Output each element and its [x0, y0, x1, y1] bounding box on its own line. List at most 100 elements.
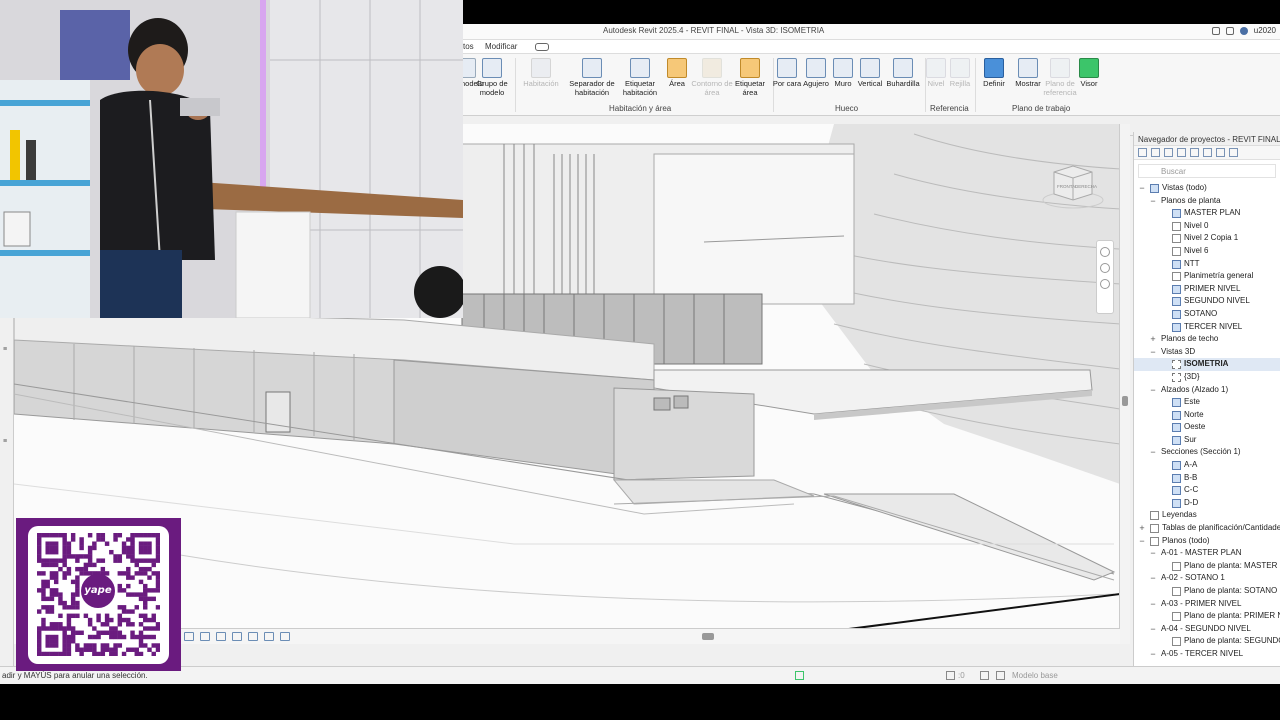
collapse-icon[interactable]: ≡ — [3, 346, 7, 353]
collapse-icon[interactable]: − — [1138, 535, 1146, 548]
visual-style-icon[interactable] — [184, 632, 194, 641]
browser-item[interactable]: A-A — [1134, 459, 1280, 472]
collapse-icon[interactable]: − — [1149, 547, 1157, 560]
room-button[interactable]: Habitación — [520, 58, 562, 89]
browser-item[interactable]: Este — [1134, 396, 1280, 409]
area-boundary-button[interactable]: Contorno de área — [691, 58, 733, 97]
collapse-icon[interactable]: − — [1149, 346, 1157, 359]
browser-item[interactable]: Planimetría general — [1134, 270, 1280, 283]
browser-item[interactable]: − A-04 - SEGUNDO NIVEL — [1134, 623, 1280, 636]
expand-icon[interactable]: + — [1138, 522, 1146, 535]
navigation-bar[interactable] — [1096, 240, 1114, 314]
browser-item[interactable]: SOTANO — [1134, 308, 1280, 321]
viewer-button[interactable]: Visor — [1071, 58, 1107, 89]
sheet-icon[interactable] — [1164, 148, 1173, 157]
model-group-button[interactable]: Grupo de modelo — [471, 58, 513, 97]
home-icon[interactable] — [1138, 148, 1147, 157]
collapse-icon[interactable]: − — [1138, 182, 1146, 195]
browser-item[interactable]: − A-03 - PRIMER NIVEL — [1134, 598, 1280, 611]
browser-item[interactable]: − Planos de planta — [1134, 195, 1280, 208]
save-icon[interactable] — [1225, 26, 1234, 35]
browser-item[interactable]: C-C — [1134, 484, 1280, 497]
browser-item[interactable]: PRIMER NIVEL — [1134, 283, 1280, 296]
crop-view-icon[interactable] — [264, 632, 274, 641]
group-icon[interactable] — [1203, 148, 1212, 157]
sun-path-icon[interactable] — [200, 632, 210, 641]
view-cube[interactable]: FRONTAL DERECHA — [1040, 162, 1106, 210]
panel-label-room-area[interactable]: Habitación y área — [609, 104, 671, 113]
collapse-icon[interactable]: − — [1149, 572, 1157, 585]
browser-item[interactable]: Plano de planta: SEGUNDO N — [1134, 635, 1280, 648]
main-model-selector[interactable]: Modelo base — [1012, 671, 1058, 680]
browser-search-input[interactable]: Buscar — [1138, 164, 1276, 178]
steering-wheel-icon[interactable] — [1100, 247, 1110, 257]
hide-isolate-icon[interactable] — [280, 632, 290, 641]
scroll-thumb[interactable] — [1122, 396, 1128, 406]
browser-item[interactable]: Plano de planta: MASTER PLA — [1134, 560, 1280, 573]
browser-item[interactable]: SEGUNDO NIVEL — [1134, 295, 1280, 308]
link-icon[interactable] — [1216, 148, 1225, 157]
schedule-icon[interactable] — [1177, 148, 1186, 157]
collapse-icon[interactable]: − — [1149, 384, 1157, 397]
browser-item[interactable]: + Tablas de planificación/Cantidades ( — [1134, 522, 1280, 535]
zoom-icon[interactable] — [1100, 263, 1110, 273]
collapse-icon[interactable]: − — [1149, 623, 1157, 636]
browser-item[interactable]: − A-02 - SOTANO 1 — [1134, 572, 1280, 585]
area-button[interactable]: Área — [659, 58, 695, 89]
browser-item[interactable]: Nivel 2 Copia 1 — [1134, 232, 1280, 245]
grid-icon — [950, 58, 970, 78]
browser-item[interactable]: TERCER NIVEL — [1134, 321, 1280, 334]
browser-item[interactable]: Nivel 0 — [1134, 220, 1280, 233]
collapse-icon[interactable]: ≡ — [3, 438, 7, 445]
shadows-icon[interactable] — [216, 632, 226, 641]
pan-icon[interactable] — [1100, 279, 1110, 289]
design-option-icon[interactable] — [980, 671, 989, 680]
browser-item[interactable]: Oeste — [1134, 421, 1280, 434]
contextual-tab-icon[interactable] — [535, 43, 549, 51]
render-icon[interactable] — [232, 632, 242, 641]
browser-item[interactable]: NTT — [1134, 258, 1280, 271]
collapse-icon[interactable]: − — [1149, 648, 1157, 661]
workset-icon[interactable] — [996, 671, 1005, 680]
browser-item[interactable]: MASTER PLAN — [1134, 207, 1280, 220]
browser-item[interactable]: − A-01 - MASTER PLAN — [1134, 547, 1280, 560]
tag-area-button[interactable]: Etiquetar área — [729, 58, 771, 97]
grid-button[interactable]: Rejilla — [943, 58, 977, 89]
share-icon[interactable] — [1211, 26, 1220, 35]
browser-item[interactable]: Nivel 6 — [1134, 245, 1280, 258]
expand-icon[interactable]: + — [1149, 333, 1157, 346]
browser-item[interactable]: {3D} — [1134, 371, 1280, 384]
user-avatar-icon[interactable] — [1239, 26, 1248, 35]
tab-modify[interactable]: Modificar — [485, 42, 517, 51]
room-separator-button[interactable]: Separador de habitación — [569, 58, 615, 97]
browser-item[interactable]: − Secciones (Sección 1) — [1134, 446, 1280, 459]
sync-icon[interactable] — [795, 671, 804, 680]
collapse-icon[interactable]: − — [1149, 598, 1157, 611]
browser-item[interactable]: Norte — [1134, 409, 1280, 422]
family-icon[interactable] — [1190, 148, 1199, 157]
user-name[interactable]: u2020 — [1254, 26, 1276, 35]
collapse-icon[interactable]: − — [1149, 195, 1157, 208]
browser-item[interactable]: ISOMETRIA — [1134, 358, 1280, 371]
browser-item[interactable]: B-B — [1134, 472, 1280, 485]
browser-item[interactable]: Sur — [1134, 434, 1280, 447]
vertical-scrollbar[interactable] — [1120, 124, 1130, 644]
browser-item[interactable]: Leyendas — [1134, 509, 1280, 522]
tab-fragment[interactable]: tos — [463, 42, 474, 51]
filter-icon[interactable] — [1229, 148, 1238, 157]
tag-room-button[interactable]: Etiquetar habitación — [619, 58, 661, 97]
browser-item[interactable]: − Planos (todo) — [1134, 535, 1280, 548]
lock-view-icon[interactable] — [248, 632, 258, 641]
browser-item[interactable]: + Planos de techo — [1134, 333, 1280, 346]
filter-icon[interactable] — [946, 671, 955, 680]
browser-item[interactable]: Plano de planta: SOTANO — [1134, 585, 1280, 598]
browser-item[interactable]: − Vistas 3D — [1134, 346, 1280, 359]
collapse-icon[interactable]: − — [1149, 446, 1157, 459]
browser-item[interactable]: − A-05 - TERCER NIVEL — [1134, 648, 1280, 661]
browser-item[interactable]: − Vistas (todo) — [1134, 182, 1280, 195]
horizontal-scroll-thumb[interactable] — [702, 633, 714, 640]
view-icon[interactable] — [1151, 148, 1160, 157]
browser-item[interactable]: Plano de planta: PRIMER NIVE — [1134, 610, 1280, 623]
browser-item[interactable]: D-D — [1134, 497, 1280, 510]
browser-item[interactable]: − Alzados (Alzado 1) — [1134, 384, 1280, 397]
